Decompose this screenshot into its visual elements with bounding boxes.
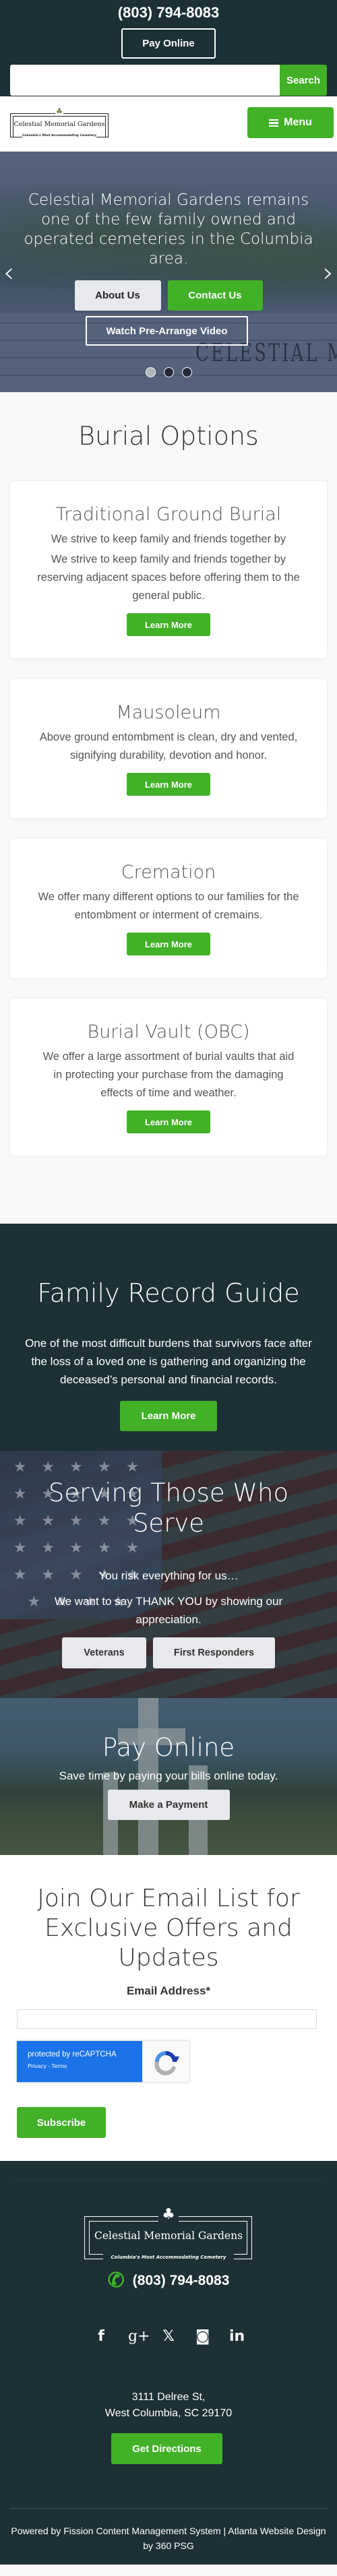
watch-video-button[interactable]: Watch Pre-Arrange Video xyxy=(86,316,248,346)
address-line-1: 3111 Delree St, xyxy=(131,2391,206,2403)
family-record-text: One of the most difficult burdens that s… xyxy=(25,1337,312,1386)
site-header: ♣ Celestial Memorial Gardens Columbia's … xyxy=(0,96,337,152)
menu-button[interactable]: Menu xyxy=(247,107,334,138)
recaptcha-text: protected by reCAPTCHA xyxy=(28,2050,117,2059)
email-signup-title: Join Our Email List for Exclusive Offers… xyxy=(37,1885,300,1972)
search-form: Search xyxy=(10,65,327,96)
pay-online-title: Pay Online xyxy=(102,1733,235,1762)
card-text: We strive to keep family and friends tog… xyxy=(37,553,300,602)
slider-dot-3[interactable] xyxy=(181,367,192,377)
pay-online-text: Save time by paying your bills online to… xyxy=(59,1769,278,1782)
facebook-icon[interactable]: f xyxy=(94,2328,108,2346)
serving-buttons: Veterans First Responders xyxy=(0,1637,337,1668)
tree-icon: ♣ xyxy=(55,106,64,116)
burial-card: Traditional Ground Burial We strive to k… xyxy=(10,481,327,658)
burial-options-title: Burial Options xyxy=(78,421,259,451)
email-input[interactable] xyxy=(17,2009,317,2029)
top-bar: (803) 794-8083 Pay Online Search xyxy=(0,0,337,96)
first-responders-button[interactable]: First Responders xyxy=(153,1637,275,1668)
learn-more-button[interactable]: Learn More xyxy=(127,773,210,796)
burial-options-section: Burial Options Traditional Ground Burial… xyxy=(0,392,337,1224)
site-footer: ♣ Celestial Memorial Gardens Columbia's … xyxy=(0,2161,337,2565)
hero-headline: Celestial Memorial Gardens remains one o… xyxy=(24,191,313,268)
card-text: We strive to keep family and friends tog… xyxy=(51,533,286,545)
pay-online-section: Pay Online Save time by paying your bill… xyxy=(0,1698,337,1855)
family-record-learn-more-button[interactable]: Learn More xyxy=(120,1401,217,1431)
family-record-title: Family Record Guide xyxy=(37,1278,300,1308)
get-directions-button[interactable]: Get Directions xyxy=(111,2433,222,2464)
address-line-2: West Columbia, SC 29170 xyxy=(104,2408,233,2419)
footer-phone[interactable]: ✆ (803) 794-8083 xyxy=(0,2271,337,2291)
search-button[interactable]: Search xyxy=(280,65,327,96)
pay-online-content: Pay Online Save time by paying your bill… xyxy=(0,1698,337,1820)
footer-phone-number: (803) 794-8083 xyxy=(132,2273,230,2288)
footer-address: 3111 Delree St, West Columbia, SC 29170 xyxy=(0,2389,337,2422)
card-title: Traditional Ground Burial xyxy=(55,504,282,525)
footer-logo-name: Celestial Memorial Gardens xyxy=(94,2230,243,2242)
recaptcha-text-area: protected by reCAPTCHA Privacy - Terms xyxy=(17,2041,142,2082)
social-links: f g+ 𝕏 ◙ in xyxy=(0,2328,337,2346)
card-text-clipped-duplicate: We strive to keep family and friends tog… xyxy=(37,530,300,551)
recaptcha-badge: protected by reCAPTCHA Privacy - Terms xyxy=(17,2041,189,2082)
learn-more-button[interactable]: Learn More xyxy=(127,1110,210,1133)
instagram-icon[interactable]: ◙ xyxy=(195,2328,210,2346)
slider-dot-1[interactable] xyxy=(145,367,156,377)
site-logo[interactable]: ♣ Celestial Memorial Gardens Columbia's … xyxy=(10,106,109,142)
about-us-button[interactable]: About Us xyxy=(74,280,161,311)
slider-dots xyxy=(0,367,337,377)
card-title: Burial Vault (OBC) xyxy=(87,1022,250,1042)
linkedin-icon[interactable]: in xyxy=(229,2328,245,2346)
tree-icon: ♣ xyxy=(158,2205,179,2226)
footer-logo[interactable]: ♣ Celestial Memorial Gardens Columbia's … xyxy=(84,2205,253,2261)
serving-line-1: You risk everything for us… xyxy=(98,1569,239,1582)
footer-logo-tagline: Columbia's Most Accommodating Cemetery xyxy=(103,2253,234,2261)
search-input[interactable] xyxy=(10,65,280,96)
footer-divider-bottom xyxy=(10,2508,327,2509)
hero-buttons: About Us Contact Us xyxy=(0,280,337,311)
family-record-section: Family Record Guide One of the most diff… xyxy=(0,1224,337,1451)
card-text: Above ground entombment is clean, dry an… xyxy=(39,731,298,761)
burial-card: Cremation We offer many different option… xyxy=(10,839,327,978)
serving-title: Serving Those Who Serve xyxy=(48,1478,289,1538)
x-twitter-icon[interactable]: 𝕏 xyxy=(162,2328,175,2346)
card-title: Mausoleum xyxy=(116,702,221,723)
email-signup-section: Join Our Email List for Exclusive Offers… xyxy=(0,1855,337,2161)
header-phone-link[interactable]: (803) 794-8083 xyxy=(0,3,337,23)
serving-line-2: We want to say THANK YOU by showing our … xyxy=(54,1595,283,1626)
recaptcha-privacy-terms-links[interactable]: Privacy - Terms xyxy=(28,2063,142,2069)
learn-more-button[interactable]: Learn More xyxy=(127,613,210,636)
learn-more-button[interactable]: Learn More xyxy=(127,933,210,955)
recaptcha-logo-icon xyxy=(142,2041,189,2082)
pay-online-button[interactable]: Pay Online xyxy=(121,28,216,59)
slider-dot-2[interactable] xyxy=(163,367,174,377)
hero-slider: CELESTIAL MEMORIAL G Celestial Memorial … xyxy=(0,152,337,392)
veterans-button[interactable]: Veterans xyxy=(62,1637,146,1668)
card-title: Cremation xyxy=(121,862,216,883)
hamburger-icon xyxy=(269,119,279,127)
email-label: Email Address* xyxy=(126,1984,211,1997)
google-plus-icon[interactable]: g+ xyxy=(128,2328,150,2346)
logo-name: Celestial Memorial Gardens xyxy=(13,121,105,128)
footer-credits[interactable]: Powered by Fission Content Management Sy… xyxy=(7,2523,330,2553)
card-text: We offer many different options to our f… xyxy=(38,891,299,921)
serving-content: Serving Those Who Serve You risk everyth… xyxy=(0,1451,337,1668)
contact-us-button[interactable]: Contact Us xyxy=(167,280,263,311)
menu-label: Menu xyxy=(284,117,312,128)
burial-cards: Traditional Ground Burial We strive to k… xyxy=(0,481,337,1156)
phone-icon: ✆ xyxy=(107,2269,125,2292)
burial-card: Burial Vault (OBC) We offer a large asso… xyxy=(10,999,327,1156)
serving-section: ★★★★★★★★★★★★★★★★★★★★★★★★★★★★★ Serving Th… xyxy=(0,1451,337,1698)
card-text: We offer a large assortment of burial va… xyxy=(42,1050,295,1099)
make-payment-button[interactable]: Make a Payment xyxy=(107,1790,230,1820)
logo-tagline: Columbia's Most Accommodating Cemetery xyxy=(22,133,96,139)
burial-card: Mausoleum Above ground entombment is cle… xyxy=(10,679,327,818)
subscribe-button[interactable]: Subscribe xyxy=(17,2107,106,2138)
